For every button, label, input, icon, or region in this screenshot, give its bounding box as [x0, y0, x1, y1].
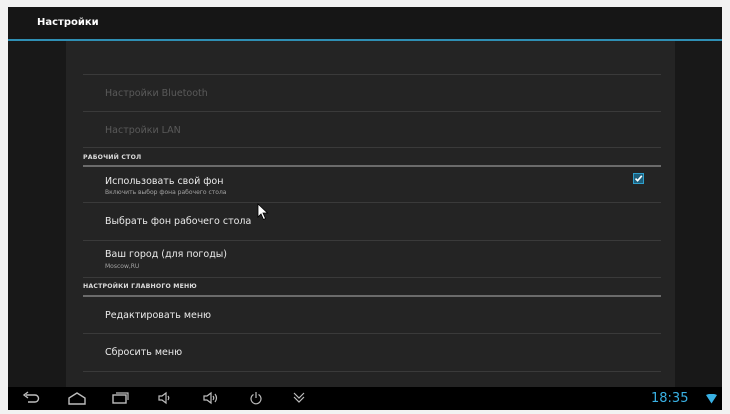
list-item-label: Сбросить меню	[105, 347, 183, 358]
volume-up-icon[interactable]	[202, 391, 220, 405]
list-item-label: Редактировать меню	[105, 310, 212, 321]
section-header-desktop: РАБОЧИЙ СТОЛ	[83, 148, 661, 167]
section-title: РАБОЧИЙ СТОЛ	[83, 154, 142, 161]
list-item-summary: Включить выбор фона рабочего стола	[105, 189, 227, 196]
section-header-main-menu: НАСТРОЙКИ ГЛАВНОГО МЕНЮ	[83, 278, 661, 297]
power-icon[interactable]	[249, 391, 263, 405]
list-item-label: Настройки LAN	[105, 125, 181, 136]
device-screen: Настройки Настройки Bluetooth Настройки …	[8, 7, 722, 410]
section-title: НАСТРОЙКИ ГЛАВНОГО МЕНЮ	[83, 283, 197, 290]
back-icon[interactable]	[22, 391, 40, 405]
list-item-label: Использовать свой фон	[105, 176, 224, 187]
settings-list[interactable]: Настройки Bluetooth Настройки LAN РАБОЧИ…	[66, 41, 675, 387]
home-icon[interactable]	[67, 391, 87, 405]
list-item-lan[interactable]: Настройки LAN	[83, 112, 661, 148]
list-item-edit-menu[interactable]: Редактировать меню	[83, 297, 661, 334]
list-item-label: Настройки Bluetooth	[105, 88, 208, 99]
volume-down-icon[interactable]	[157, 391, 173, 405]
list-item-pick-wallpaper[interactable]: Выбрать фон рабочего стола	[83, 203, 661, 241]
list-item-reset-menu[interactable]: Сбросить меню	[83, 334, 661, 372]
action-bar: Настройки	[8, 7, 722, 41]
list-item-bluetooth[interactable]: Настройки Bluetooth	[83, 75, 661, 112]
wallpaper-checkbox[interactable]	[633, 173, 644, 184]
list-item-summary: Moscow,RU	[105, 263, 140, 270]
settings-content[interactable]: Настройки Bluetooth Настройки LAN РАБОЧИ…	[8, 41, 722, 387]
status-clock: 18:35	[651, 391, 689, 406]
recent-apps-icon[interactable]	[111, 391, 129, 405]
list-item-use-own-wallpaper[interactable]: Использовать свой фон Включить выбор фон…	[83, 167, 661, 203]
navigation-bar: 18:35	[8, 387, 722, 410]
hide-bar-icon[interactable]	[292, 391, 306, 405]
wifi-icon	[706, 394, 717, 404]
mouse-cursor-icon	[257, 203, 269, 221]
list-item-weather-city[interactable]: Ваш город (для погоды) Moscow,RU	[83, 241, 661, 278]
checkmark-icon	[634, 175, 643, 182]
page-title: Настройки	[37, 17, 99, 28]
list-item-label: Ваш город (для погоды)	[105, 249, 227, 260]
list-item-label: Выбрать фон рабочего стола	[105, 216, 252, 227]
list-item-scrolled	[83, 41, 661, 75]
